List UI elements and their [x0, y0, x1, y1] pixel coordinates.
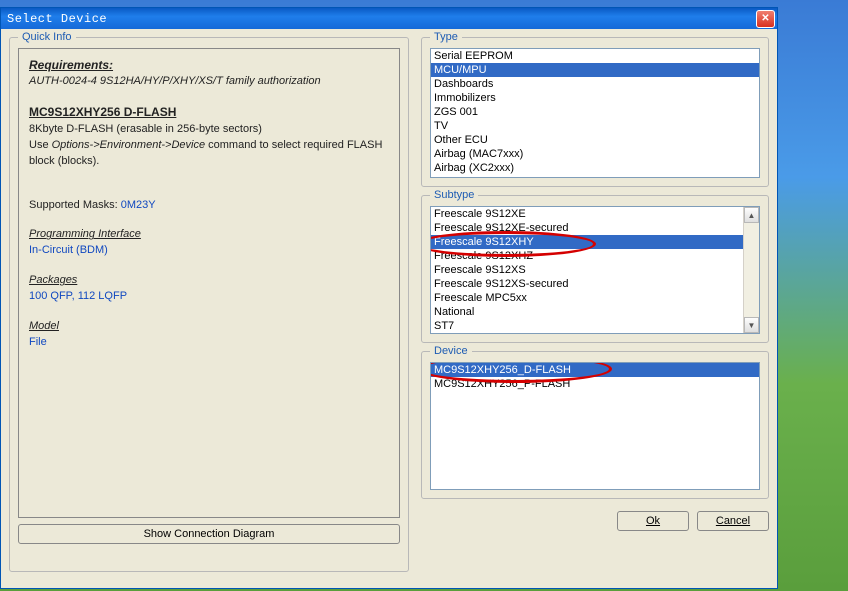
type-group-title: Type [430, 31, 462, 43]
device-item[interactable]: MC9S12XHY256_D-FLASH [431, 363, 759, 377]
close-button[interactable]: ✕ [756, 10, 775, 28]
requirements-heading: Requirements: [29, 57, 389, 74]
titlebar: Select Device ✕ [1, 8, 777, 29]
model-heading: Model [29, 319, 389, 335]
subtype-listbox[interactable]: Freescale 9S12XEFreescale 9S12XE-secured… [430, 206, 760, 334]
authorization-line: AUTH-0024-4 9S12HA/HY/P/XHY/XS/T family … [29, 74, 389, 90]
quick-info-panel: Requirements: AUTH-0024-4 9S12HA/HY/P/XH… [18, 48, 400, 518]
prog-interface-value: In-Circuit (BDM) [29, 243, 389, 259]
desc-line1: 8Kbyte D-FLASH (erasable in 256-byte sec… [29, 122, 389, 138]
subtype-item[interactable]: Freescale 9S12XHY [431, 235, 743, 249]
chevron-up-icon: ▲ [748, 211, 756, 220]
device-group-title: Device [430, 345, 472, 357]
show-connection-diagram-button[interactable]: Show Connection Diagram [18, 524, 400, 544]
type-listbox[interactable]: Serial EEPROMMCU/MPUDashboardsImmobilize… [430, 48, 760, 178]
device-item[interactable]: MC9S12XHY256_P-FLASH [431, 377, 759, 391]
prog-interface-heading: Programming Interface [29, 227, 389, 243]
type-item[interactable]: MCU/MPU [431, 63, 759, 77]
subtype-item[interactable]: ST7 [431, 319, 743, 333]
supported-masks: Supported Masks: 0M23Y [29, 198, 389, 214]
mask-value: 0M23Y [121, 199, 156, 211]
subtype-item[interactable]: Freescale 9S12XS-secured [431, 277, 743, 291]
type-item[interactable]: TV [431, 119, 759, 133]
window-title: Select Device [7, 12, 107, 26]
select-device-dialog: Select Device ✕ Quick Info Requirements:… [0, 7, 778, 589]
packages-heading: Packages [29, 273, 389, 289]
subtype-item[interactable]: Freescale 9S12XE-secured [431, 221, 743, 235]
device-name: MC9S12XHY256 D-FLASH [29, 104, 389, 121]
scroll-down-button[interactable]: ▼ [744, 317, 759, 333]
subtype-item[interactable]: Freescale 9S12XE [431, 207, 743, 221]
subtype-scrollbar[interactable]: ▲ ▼ [743, 207, 759, 333]
packages-value: 100 QFP, 112 LQFP [29, 289, 389, 305]
type-item[interactable]: Serial EEPROM [431, 49, 759, 63]
chevron-down-icon: ▼ [748, 321, 756, 330]
desc-line2: Use Options->Environment->Device command… [29, 138, 389, 170]
cancel-button[interactable]: Cancel [697, 511, 769, 531]
close-icon: ✕ [761, 13, 769, 24]
subtype-item[interactable]: Freescale 9S12XS [431, 263, 743, 277]
type-item[interactable]: Immobilizers [431, 91, 759, 105]
type-item[interactable]: Airbag (XC2xxx) [431, 161, 759, 175]
subtype-group-title: Subtype [430, 189, 478, 201]
type-item[interactable]: Other ECU [431, 133, 759, 147]
type-item[interactable]: ZGS 001 [431, 105, 759, 119]
scroll-up-button[interactable]: ▲ [744, 207, 759, 223]
type-item[interactable]: Airbag (MAC7xxx) [431, 147, 759, 161]
device-listbox[interactable]: MC9S12XHY256_D-FLASHMC9S12XHY256_P-FLASH [430, 362, 760, 490]
subtype-item[interactable]: Freescale MPC5xx [431, 291, 743, 305]
ok-button[interactable]: Ok [617, 511, 689, 531]
subtype-item[interactable]: Freescale 9S12XHZ [431, 249, 743, 263]
quick-info-title: Quick Info [18, 31, 76, 43]
type-item[interactable]: Dashboards [431, 77, 759, 91]
subtype-item[interactable]: National [431, 305, 743, 319]
model-value: File [29, 335, 389, 351]
